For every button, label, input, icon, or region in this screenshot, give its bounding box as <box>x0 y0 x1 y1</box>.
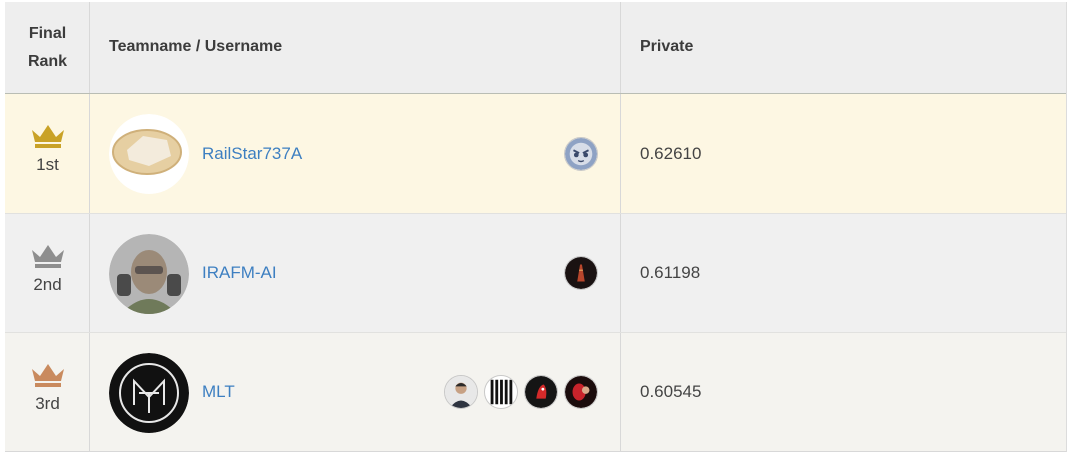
score-cell: 0.60545 <box>621 333 1066 451</box>
dark-tower-avatar-icon[interactable] <box>564 256 598 290</box>
rank-cell: 2nd <box>5 214 90 332</box>
team-members <box>564 256 598 290</box>
team-avatar[interactable] <box>109 353 189 433</box>
team-avatar[interactable] <box>109 234 189 314</box>
score-cell: 0.62610 <box>621 94 1066 213</box>
header-team-cell: Teamname / Username <box>90 2 621 93</box>
stripes-avatar-icon[interactable] <box>484 375 518 409</box>
team-cell: MLT <box>90 333 621 451</box>
rank-cell: 1st <box>5 94 90 213</box>
header-score-cell: Private <box>621 2 1066 93</box>
gold-crown-icon <box>31 125 64 148</box>
table-row: 2nd IRAFM-AI 0.61198 <box>5 214 1066 333</box>
team-cell: RailStar737A <box>90 94 621 213</box>
private-score: 0.61198 <box>640 263 701 282</box>
person-avatar-icon[interactable] <box>444 375 478 409</box>
team-members <box>444 375 598 409</box>
silver-crown-icon <box>31 245 64 268</box>
header-teamname[interactable]: Teamname / Username <box>109 33 282 61</box>
private-score: 0.60545 <box>640 382 702 401</box>
rank-place: 3rd <box>35 394 60 413</box>
team-members <box>564 136 598 171</box>
score-cell: 0.61198 <box>621 214 1066 332</box>
header-final-rank[interactable]: Final Rank <box>5 20 90 76</box>
bronze-crown-icon <box>31 364 64 387</box>
rank-place: 2nd <box>33 275 62 294</box>
team-name-link[interactable]: IRAFM-AI <box>202 263 277 283</box>
table-row: 1st RailStar737A 0.62610 <box>5 94 1066 214</box>
table-row: 3rd MLT 0.60545 <box>5 333 1066 451</box>
red-bird-avatar-icon[interactable] <box>524 375 558 409</box>
team-cell: IRAFM-AI <box>90 214 621 332</box>
private-score: 0.62610 <box>640 143 702 163</box>
red-face-avatar-icon[interactable] <box>564 375 598 409</box>
team-name-link[interactable]: MLT <box>202 382 235 402</box>
team-name-link[interactable]: RailStar737A <box>202 144 302 164</box>
rank-cell: 3rd <box>5 333 90 451</box>
header-rank-cell: Final Rank <box>5 2 90 93</box>
team-avatar[interactable] <box>109 114 189 194</box>
leaderboard-table: Final Rank Teamname / Username Private 1… <box>5 2 1067 452</box>
rank-place: 1st <box>36 155 59 174</box>
header-private-score[interactable]: Private <box>640 33 693 61</box>
leaderboard-header: Final Rank Teamname / Username Private <box>5 2 1066 94</box>
owl-avatar-icon[interactable] <box>564 136 598 171</box>
